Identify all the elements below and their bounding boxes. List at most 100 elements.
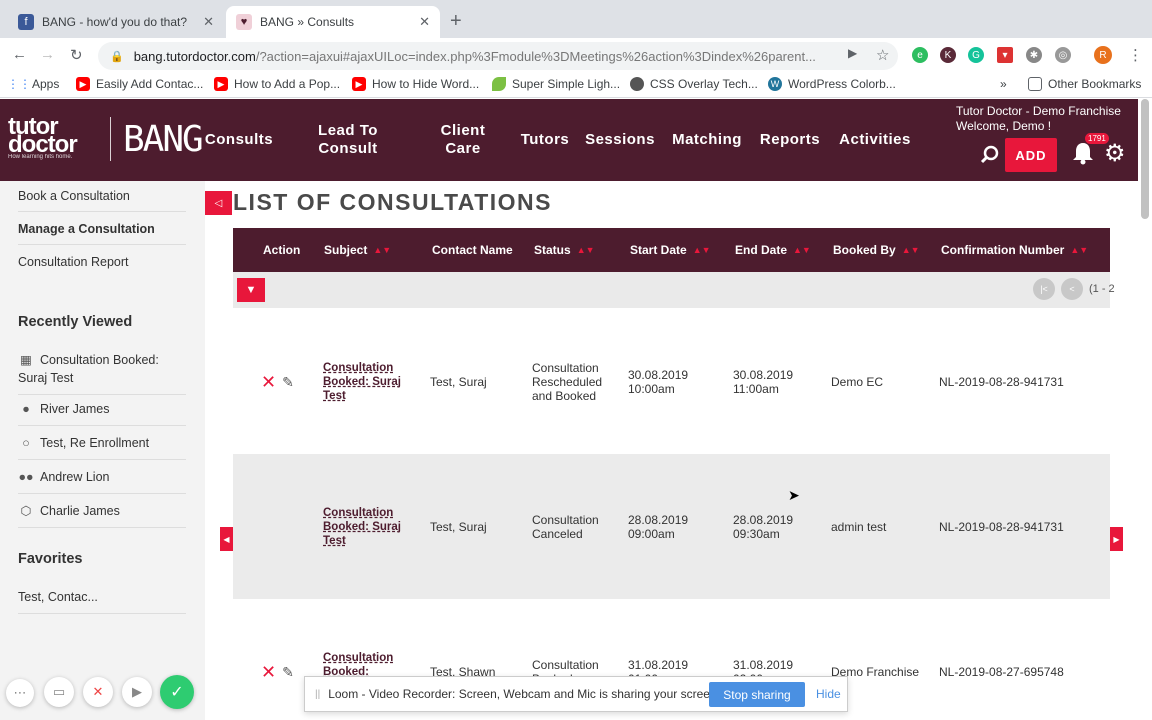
logo-tagline: How learning hits home. (8, 154, 73, 160)
pagination-count: (1 - 2 (1089, 283, 1115, 295)
subject-link[interactable]: Consultation Booked: Suraj Test (323, 506, 403, 548)
logo-divider (110, 117, 111, 161)
subject-link[interactable]: Consultation Booked: Suraj Test (323, 361, 403, 403)
bookmark-item[interactable]: CSS Overlay Tech... (630, 77, 758, 91)
browser-tab-consults[interactable]: ♥ BANG » Consults ✕ (226, 6, 440, 38)
sidebar-link-book-consultation[interactable]: Book a Consultation (18, 189, 186, 212)
favorite-item[interactable]: Test, Contac... (18, 588, 186, 614)
youtube-icon: ▶ (352, 77, 366, 91)
sort-icon[interactable]: ▲▼ (902, 245, 920, 255)
filter-icon[interactable]: ▼ (237, 278, 265, 302)
close-icon[interactable]: ✕ (203, 14, 214, 30)
back-icon[interactable]: ← (12, 46, 27, 63)
column-booked-by[interactable]: Booked By ▲▼ (833, 228, 920, 272)
loom-finish-icon[interactable]: ✓ (160, 675, 194, 709)
address-bar[interactable]: 🔒 bang.tutordoctor.com/?action=ajaxui#aj… (98, 42, 898, 70)
nav-consults[interactable]: Consults (198, 99, 280, 181)
recent-item[interactable]: ▦ Consultation Booked: Suraj Test (18, 351, 186, 395)
recent-item[interactable]: ○ Test, Re Enrollment (18, 434, 186, 460)
recent-item[interactable]: ● River James (18, 400, 186, 426)
logo[interactable]: tutor doctor How learning hits home. BAN… (8, 115, 204, 161)
scroll-left-icon[interactable]: ◀ (220, 527, 233, 551)
sidebar-link-manage-consultation[interactable]: Manage a Consultation (18, 222, 186, 245)
stop-sharing-button[interactable]: Stop sharing (709, 682, 805, 707)
drag-handle-icon[interactable]: || (315, 689, 320, 700)
page-title: LIST OF CONSULTATIONS (233, 189, 552, 215)
close-icon[interactable]: ✕ (419, 14, 430, 30)
new-tab-icon[interactable]: + (450, 10, 462, 33)
tab-title: BANG » Consults (260, 15, 355, 29)
bookmark-label: WordPress Colorb... (788, 77, 896, 91)
sort-icon[interactable]: ▲▼ (793, 245, 811, 255)
bookmark-item[interactable]: Super Simple Ligh... (492, 77, 620, 91)
other-bookmarks[interactable]: Other Bookmarks (1028, 77, 1141, 91)
nav-client-care[interactable]: Client Care (422, 99, 504, 181)
column-contact-name[interactable]: Contact Name (432, 228, 513, 272)
recent-item[interactable]: ⬡ Charlie James (18, 502, 186, 528)
loom-pause-icon[interactable]: ▶ (122, 677, 152, 707)
nav-sessions[interactable]: Sessions (582, 99, 658, 181)
column-confirmation-number[interactable]: Confirmation Number ▲▼ (941, 228, 1088, 272)
extension-gear-icon[interactable]: ✱ (1026, 47, 1042, 63)
page-scrollbar[interactable] (1141, 99, 1149, 219)
bookmark-apps[interactable]: ⋮⋮ Apps (7, 77, 59, 91)
loom-camera-icon[interactable]: ▭ (44, 677, 74, 707)
nav-lead-to-consult[interactable]: Lead To Consult (302, 99, 394, 181)
nav-tutors[interactable]: Tutors (515, 99, 575, 181)
column-label: Confirmation Number (941, 243, 1065, 257)
recent-item-label: Charlie James (40, 504, 120, 518)
edit-icon[interactable]: ✎ (282, 375, 294, 389)
hide-button[interactable]: Hide (816, 687, 841, 701)
forward-icon[interactable]: → (40, 46, 55, 63)
delete-icon[interactable]: ✕ (261, 373, 276, 391)
chrome-extension-icon[interactable]: ◎ (1055, 47, 1071, 63)
recent-item[interactable]: ●● Andrew Lion (18, 468, 186, 494)
browser-tab-facebook[interactable]: f BANG - how'd you do that? ✕ (8, 6, 224, 38)
sort-icon[interactable]: ▲▼ (693, 245, 711, 255)
cell-confirmation: NL-2019-08-28-941731 (939, 374, 1064, 389)
cell-subject: Consultation Booked: Suraj Test (323, 454, 403, 599)
sort-icon[interactable]: ▲▼ (373, 245, 391, 255)
menu-dots-icon[interactable]: ⋮ (1128, 46, 1143, 64)
column-end-date[interactable]: End Date ▲▼ (735, 228, 811, 272)
loom-cancel-icon[interactable]: ✕ (83, 677, 113, 707)
bookmark-item[interactable]: ▶ How to Add a Pop... (214, 77, 340, 91)
nav-activities[interactable]: Activities (832, 99, 918, 181)
bang-favicon: ♥ (236, 14, 252, 30)
bookmark-item[interactable]: ▶ How to Hide Word... (352, 77, 479, 91)
nav-reports[interactable]: Reports (755, 99, 825, 181)
collapse-sidebar-button[interactable]: ◁ (205, 191, 232, 215)
profile-avatar[interactable]: R (1094, 46, 1112, 64)
sort-icon[interactable]: ▲▼ (577, 245, 595, 255)
camera-blocked-icon[interactable]: ▶ (848, 46, 857, 60)
cell-booked-by: admin test (831, 519, 887, 534)
bookmark-item[interactable]: ▶ Easily Add Contac... (76, 77, 203, 91)
bookmark-label: Easily Add Contac... (96, 77, 204, 91)
evernote-icon[interactable]: e (912, 47, 928, 63)
add-button[interactable]: ADD (1005, 138, 1057, 172)
reload-icon[interactable]: ↻ (70, 46, 83, 64)
calendar-icon: ▦ (20, 353, 32, 367)
bell-icon[interactable] (1072, 141, 1094, 171)
more-bookmarks-icon[interactable]: » (1000, 77, 1007, 91)
loom-more-icon[interactable]: ⋯ (6, 679, 34, 707)
cell-contact: Test, Suraj (430, 374, 487, 389)
nav-matching[interactable]: Matching (665, 99, 749, 181)
grammarly-icon[interactable]: G (968, 47, 984, 63)
gear-icon[interactable]: ⚙ (1104, 139, 1126, 168)
sort-icon[interactable]: ▲▼ (1070, 245, 1088, 255)
search-icon[interactable] (980, 145, 1000, 170)
pocket-icon[interactable]: ▾ (997, 47, 1013, 63)
edit-icon[interactable]: ✎ (282, 665, 294, 679)
extension-k-icon[interactable]: K (940, 47, 956, 63)
column-status[interactable]: Status ▲▼ (534, 228, 595, 272)
bookmark-item[interactable]: W WordPress Colorb... (768, 77, 896, 91)
star-icon[interactable]: ☆ (876, 46, 889, 64)
prev-page-icon[interactable]: < (1061, 278, 1083, 300)
column-subject[interactable]: Subject ▲▼ (324, 228, 391, 272)
scroll-right-icon[interactable]: ▶ (1110, 527, 1123, 551)
sidebar-link-consultation-report[interactable]: Consultation Report (18, 255, 186, 277)
delete-icon[interactable]: ✕ (261, 663, 276, 681)
first-page-icon[interactable]: |< (1033, 278, 1055, 300)
column-start-date[interactable]: Start Date ▲▼ (630, 228, 711, 272)
